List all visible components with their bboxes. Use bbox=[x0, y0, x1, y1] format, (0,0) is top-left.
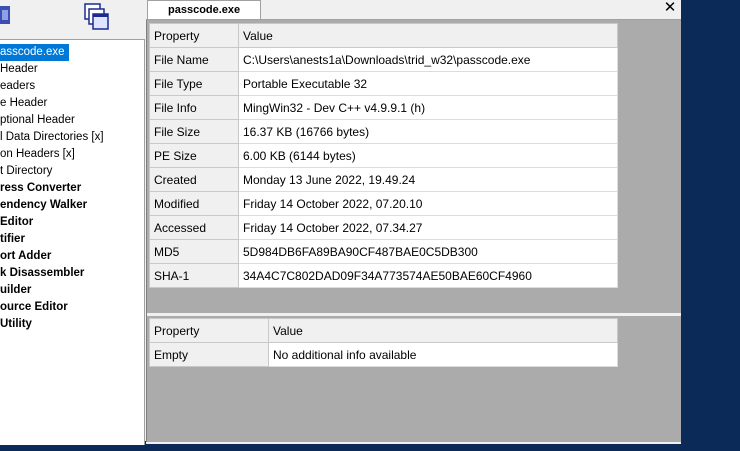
close-icon[interactable]: ✕ bbox=[663, 0, 677, 17]
tree-item[interactable]: uilder bbox=[0, 282, 31, 299]
tree-item[interactable]: eaders bbox=[0, 78, 35, 95]
property-cell: File Name bbox=[149, 47, 239, 72]
property-cell: Modified bbox=[149, 191, 239, 216]
tree-item[interactable]: ress Converter bbox=[0, 180, 81, 197]
value-cell: No additional info available bbox=[268, 342, 618, 367]
value-cell: C:\Users\anests1a\Downloads\trid_w32\pas… bbox=[238, 47, 618, 72]
properties-area: Property Value File Name C:\Users\anests1… bbox=[146, 20, 681, 442]
tree-item[interactable]: e Header bbox=[0, 95, 47, 112]
navigation-tree[interactable]: asscode.exe Header eaders e Header ptional H… bbox=[0, 39, 145, 445]
table-row[interactable]: SHA-1 34A4C7C802DAD09F34A773574AE50BAE60C… bbox=[149, 263, 618, 288]
property-cell: Empty bbox=[149, 342, 269, 367]
table-row[interactable]: Created Monday 13 June 2022, 19.49.24 bbox=[149, 167, 618, 192]
additional-info-table: Property Value Empty No additional info a… bbox=[149, 318, 618, 367]
tree-item[interactable]: Header bbox=[0, 61, 38, 78]
table-row[interactable]: Modified Friday 14 October 2022, 07.20.10 bbox=[149, 191, 618, 216]
toolbar bbox=[0, 0, 146, 38]
tree-item[interactable]: l Data Directories [x] bbox=[0, 129, 104, 146]
tree-item[interactable]: ource Editor bbox=[0, 299, 68, 316]
file-info-table: Property Value File Name C:\Users\anests1… bbox=[149, 23, 618, 288]
tree-item[interactable]: asscode.exe bbox=[0, 44, 69, 61]
property-cell: File Type bbox=[149, 71, 239, 96]
property-cell: MD5 bbox=[149, 239, 239, 264]
column-header-value[interactable]: Value bbox=[268, 318, 618, 343]
property-cell: Created bbox=[149, 167, 239, 192]
table-row[interactable]: Empty No additional info available bbox=[149, 342, 618, 367]
program-icon[interactable] bbox=[0, 2, 14, 31]
tree-item[interactable]: ptional Header bbox=[0, 112, 75, 129]
property-cell: PE Size bbox=[149, 143, 239, 168]
tree-item[interactable]: on Headers [x] bbox=[0, 146, 75, 163]
column-header-value[interactable]: Value bbox=[238, 23, 618, 48]
value-cell: Friday 14 October 2022, 07.20.10 bbox=[238, 191, 618, 216]
property-cell: File Size bbox=[149, 119, 239, 144]
table-row[interactable]: File Type Portable Executable 32 bbox=[149, 71, 618, 96]
tree-item[interactable]: k Disassembler bbox=[0, 265, 84, 282]
property-cell: Accessed bbox=[149, 215, 239, 240]
value-cell: 34A4C7C802DAD09F34A773574AE50BAE60CF4960 bbox=[238, 263, 618, 288]
tree-item[interactable]: Editor bbox=[0, 214, 33, 231]
value-cell: MingWin32 - Dev C++ v4.9.9.1 (h) bbox=[238, 95, 618, 120]
table-row[interactable]: MD5 5D984DB6FA89BA90CF487BAE0C5DB300 bbox=[149, 239, 618, 264]
table-row[interactable]: Accessed Friday 14 October 2022, 07.34.27 bbox=[149, 215, 618, 240]
value-cell: 5D984DB6FA89BA90CF487BAE0C5DB300 bbox=[238, 239, 618, 264]
pane-splitter[interactable] bbox=[147, 313, 681, 316]
app-window: asscode.exe Header eaders e Header ptional H… bbox=[0, 0, 681, 445]
value-cell: Portable Executable 32 bbox=[238, 71, 618, 96]
tree-item[interactable]: endency Walker bbox=[0, 197, 87, 214]
table-row[interactable]: File Info MingWin32 - Dev C++ v4.9.9.1 (h… bbox=[149, 95, 618, 120]
table-row[interactable]: File Name C:\Users\anests1a\Downloads\tri… bbox=[149, 47, 618, 72]
value-cell: 6.00 KB (6144 bytes) bbox=[238, 143, 618, 168]
column-header-property[interactable]: Property bbox=[149, 318, 269, 343]
left-panel: asscode.exe Header eaders e Header ptional H… bbox=[0, 0, 146, 445]
value-cell: Monday 13 June 2022, 19.49.24 bbox=[238, 167, 618, 192]
tree-item[interactable]: tifier bbox=[0, 231, 25, 248]
value-cell: Friday 14 October 2022, 07.34.27 bbox=[238, 215, 618, 240]
property-cell: File Info bbox=[149, 95, 239, 120]
tree-item[interactable]: Utility bbox=[0, 316, 32, 333]
table-row[interactable]: File Size 16.37 KB (16766 bytes) bbox=[149, 119, 618, 144]
table-row[interactable]: PE Size 6.00 KB (6144 bytes) bbox=[149, 143, 618, 168]
tree-item[interactable]: t Directory bbox=[0, 163, 52, 180]
tab-label: passcode.exe bbox=[168, 4, 241, 16]
windows-icon[interactable] bbox=[83, 2, 111, 35]
tab-bar: passcode.exe ✕ bbox=[146, 0, 681, 20]
tree-item[interactable]: ort Adder bbox=[0, 248, 51, 265]
value-cell: 16.37 KB (16766 bytes) bbox=[238, 119, 618, 144]
right-panel: passcode.exe ✕ Property Value File Name C… bbox=[146, 0, 681, 444]
column-header-property[interactable]: Property bbox=[149, 23, 239, 48]
property-cell: SHA-1 bbox=[149, 263, 239, 288]
tab-passcode[interactable]: passcode.exe bbox=[147, 0, 261, 19]
